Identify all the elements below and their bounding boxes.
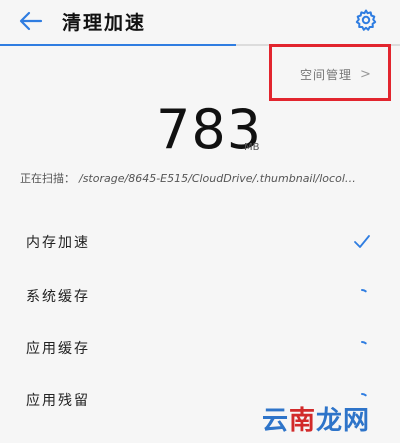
check-icon xyxy=(354,235,370,248)
page-title: 清理加速 xyxy=(62,12,147,34)
cleanup-screen: 清理加速 空间管理 > 783 MB 正在扫描：/storage/8645-E5… xyxy=(0,0,400,443)
scan-status-label: 正在扫描： xyxy=(20,172,75,185)
header-bar: 清理加速 xyxy=(0,0,400,46)
back-button[interactable] xyxy=(14,6,48,36)
watermark-char: 龙 xyxy=(316,406,344,436)
list-item-label: 系统缓存 xyxy=(26,289,90,305)
loading-spinner-icon xyxy=(361,341,369,355)
scan-progress-fill xyxy=(0,44,236,46)
list-item-label: 内存加速 xyxy=(26,235,90,251)
space-management-label: 空间管理 xyxy=(300,68,353,82)
loading-spinner-icon xyxy=(361,289,369,303)
watermark-char: 网 xyxy=(343,406,371,436)
scan-path: /storage/8645-E515/CloudDrive/.thumbnail… xyxy=(79,172,356,185)
space-management-button[interactable]: 空间管理 > xyxy=(300,66,372,83)
list-item-app-cache[interactable]: 应用缓存 xyxy=(0,326,400,370)
arrow-left-icon xyxy=(19,11,43,31)
watermark-char: 云 xyxy=(262,406,290,436)
list-item-label: 应用缓存 xyxy=(26,341,90,357)
list-item-label: 应用残留 xyxy=(26,393,90,409)
watermark-char: 南 xyxy=(289,406,317,436)
site-watermark: 云南龙网 xyxy=(262,400,370,437)
gear-icon xyxy=(355,9,377,31)
settings-button[interactable] xyxy=(352,6,380,34)
list-item-memory-boost[interactable]: 内存加速 xyxy=(0,220,400,264)
list-item-system-cache[interactable]: 系统缓存 xyxy=(0,274,400,318)
scan-status: 正在扫描： /storage/8645-E515/CloudDrive/.thum… xyxy=(20,170,390,186)
chevron-right-icon: > xyxy=(360,67,372,82)
junk-size-unit: MB xyxy=(244,142,260,153)
